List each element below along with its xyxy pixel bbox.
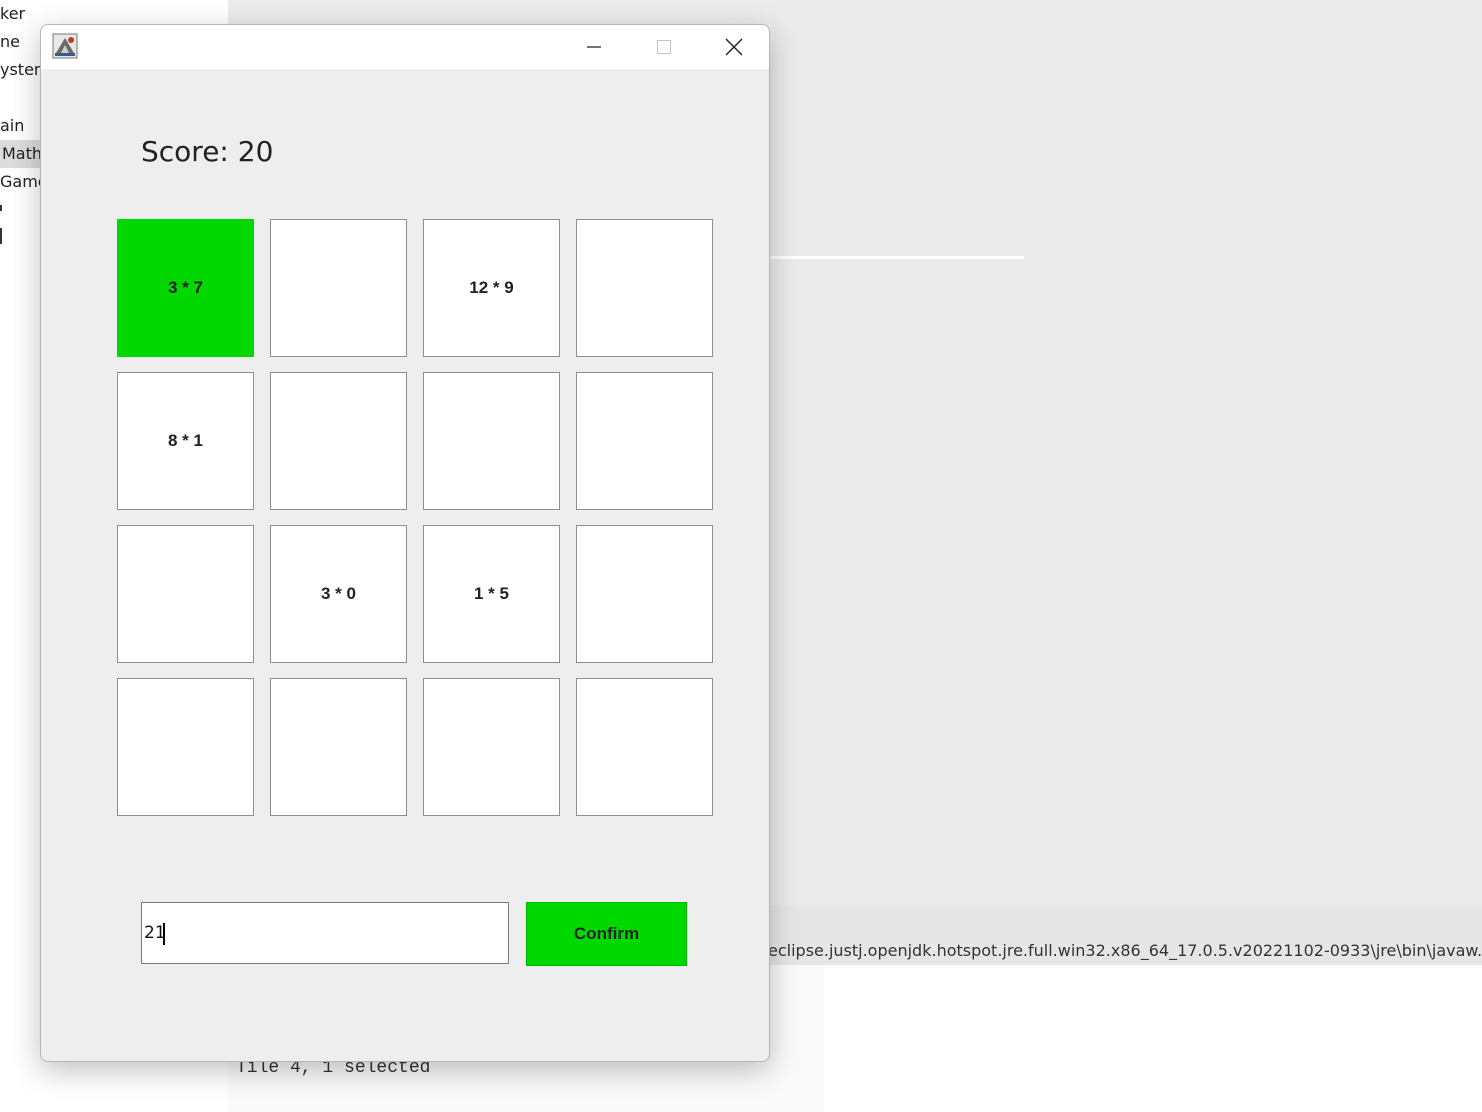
tile-r4-c1[interactable] <box>117 678 254 816</box>
answer-input[interactable] <box>141 902 509 964</box>
tile-r3-c1[interactable] <box>117 525 254 663</box>
tile-r1-c1[interactable]: 3 * 7 <box>117 219 254 357</box>
tile-r1-c4[interactable] <box>576 219 713 357</box>
maximize-button[interactable] <box>641 25 687 69</box>
text-caret <box>163 923 165 945</box>
tile-r3-c2[interactable]: 3 * 0 <box>270 525 407 663</box>
math-game-window: Score: 20 3 * 7 12 * 9 8 * 1 3 * 0 1 * 5… <box>40 24 770 1062</box>
ide-editor-area <box>770 0 1482 905</box>
score-label: Score: 20 <box>141 135 274 168</box>
tile-r2-c1[interactable]: 8 * 1 <box>117 372 254 510</box>
tile-r2-c3[interactable] <box>423 372 560 510</box>
close-icon <box>725 38 743 56</box>
java-app-icon <box>52 33 78 59</box>
tree-connector <box>0 228 2 244</box>
tile-r4-c3[interactable] <box>423 678 560 816</box>
maximize-icon <box>657 40 671 54</box>
tile-r2-c2[interactable] <box>270 372 407 510</box>
console-launch-path: eclipse.justj.openjdk.hotspot.jre.full.w… <box>768 941 1482 960</box>
tree-item[interactable]: ain <box>0 116 24 135</box>
tile-r2-c4[interactable] <box>576 372 713 510</box>
minimize-icon <box>587 46 601 48</box>
title-bar[interactable] <box>41 25 769 69</box>
tile-r1-c3[interactable]: 12 * 9 <box>423 219 560 357</box>
tree-item[interactable]: ne <box>0 32 20 51</box>
tree-connector <box>0 205 2 211</box>
ide-divider <box>770 256 1024 259</box>
tile-r1-c2[interactable] <box>270 219 407 357</box>
tile-r4-c2[interactable] <box>270 678 407 816</box>
minimize-button[interactable] <box>571 25 617 69</box>
tree-item[interactable]: ker <box>0 4 25 23</box>
confirm-button[interactable]: Confirm <box>526 902 687 966</box>
tile-r3-c3[interactable]: 1 * 5 <box>423 525 560 663</box>
tile-r4-c4[interactable] <box>576 678 713 816</box>
close-button[interactable] <box>711 25 757 69</box>
tile-r3-c4[interactable] <box>576 525 713 663</box>
